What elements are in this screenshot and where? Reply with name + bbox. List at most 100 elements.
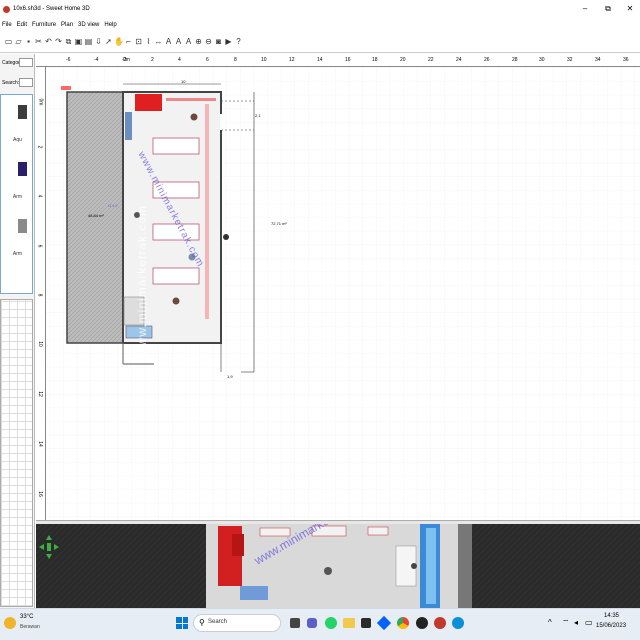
home-furniture-table[interactable] [0, 299, 33, 607]
dropbox-icon[interactable] [376, 615, 392, 631]
zoom-in-icon[interactable]: ⊕ [194, 36, 203, 47]
3d-render[interactable]: www.minimarketrak.com [36, 524, 640, 608]
create-dimensions-icon[interactable]: ↔ [154, 36, 163, 47]
teams-icon[interactable] [307, 618, 317, 628]
ruler-tick: -6 [66, 57, 71, 63]
taskbar-search-box[interactable]: ⚲ Search [193, 614, 281, 632]
undo-icon[interactable]: ↶ [44, 36, 53, 47]
weather-icon[interactable] [4, 617, 16, 629]
pan-mode-icon[interactable]: ✋ [114, 36, 124, 47]
vertical-ruler: 0m 2 4 6 8 10 12 14 16 [36, 67, 46, 520]
new-home-icon[interactable]: ▭ [4, 36, 13, 47]
whatsapp-icon[interactable] [325, 617, 337, 629]
save-icon[interactable]: ▪ [24, 36, 33, 47]
show-hidden-icons[interactable]: ^ [548, 618, 552, 627]
menu-help[interactable]: Help [104, 22, 116, 28]
menu-bar: File Edit Furniture Plan 3D view Help [0, 18, 640, 31]
volume-icon[interactable]: ◂ [574, 618, 578, 627]
weather-temperature[interactable]: 33°C [20, 614, 33, 620]
ruler-tick: 0m [123, 57, 130, 63]
create-labels-icon[interactable]: A [164, 36, 173, 47]
clock-time[interactable]: 14:35 [604, 613, 619, 619]
store-icon[interactable] [361, 618, 371, 628]
catalog-list[interactable]: Aqu Arm Arm [0, 94, 33, 294]
dimension-label: 10 [181, 79, 186, 84]
weather-description[interactable]: Berawan [20, 624, 40, 630]
title-bar: 10x6.sh3d - Sweet Home 3D – ⧉ ✕ [0, 0, 640, 18]
room-area-label: 48,84 m² [88, 213, 104, 218]
ruler-tick: 32 [567, 57, 573, 63]
decrease-text-icon[interactable]: A [184, 36, 193, 47]
close-button[interactable]: ✕ [620, 3, 640, 15]
menu-edit[interactable]: Edit [17, 22, 27, 28]
help-icon[interactable]: ? [234, 36, 243, 47]
ruler-tick: 4 [178, 57, 181, 63]
gondola-shelf[interactable] [152, 137, 200, 155]
media-player-icon[interactable] [416, 617, 428, 629]
edge-icon[interactable] [452, 617, 464, 629]
3d-view[interactable]: www.minimarketrak.com [36, 524, 640, 608]
ruler-tick: 36 [623, 57, 629, 63]
create-rooms-icon[interactable]: ⊡ [134, 36, 143, 47]
ruler-tick: 10 [36, 341, 43, 347]
ruler-tick: 20 [400, 57, 406, 63]
ruler-tick: 2 [36, 145, 43, 149]
minimize-button[interactable]: – [575, 3, 595, 15]
ruler-tick: 24 [456, 57, 462, 63]
copy-icon[interactable]: ⧉ [64, 36, 73, 47]
menu-3d-view[interactable]: 3D view [78, 22, 99, 28]
wall-shelf-right[interactable] [205, 104, 209, 319]
category-select[interactable] [19, 58, 33, 67]
plan-drawing[interactable] [36, 54, 640, 520]
cut-icon[interactable]: ✂ [34, 36, 43, 47]
ruler-tick: 10 [261, 57, 267, 63]
catalog-item[interactable]: Arm [1, 211, 34, 266]
3d-navigation-arrows[interactable] [38, 532, 60, 562]
menu-file[interactable]: File [2, 22, 12, 28]
search-input[interactable] [19, 78, 33, 87]
ruler-tick: 12 [36, 391, 43, 397]
ruler-tick: 6 [36, 244, 43, 248]
furniture-thumbnail [18, 219, 27, 233]
open-icon[interactable]: ▱ [14, 36, 23, 47]
chrome-icon[interactable] [397, 617, 409, 629]
plan-view[interactable]: 48,84 m² 72,71 m² 10 2,1 1,9 IJ x 2 www.… [36, 54, 640, 520]
wifi-icon[interactable]: ⌔ [562, 618, 570, 628]
person-figure[interactable] [172, 297, 180, 305]
ruler-tick: 34 [595, 57, 601, 63]
redo-icon[interactable]: ↷ [54, 36, 63, 47]
person-figure[interactable] [223, 234, 229, 240]
maximize-button[interactable]: ⧉ [598, 3, 618, 15]
clock-date[interactable]: 15/06/2023 [596, 623, 626, 629]
start-menu-icon[interactable] [176, 617, 188, 629]
paste-icon[interactable]: ▣ [74, 36, 83, 47]
catalog-item[interactable]: Arm [1, 154, 34, 209]
sweet-home-3d-icon[interactable] [434, 617, 446, 629]
add-furniture-icon[interactable]: ⇩ [94, 36, 103, 47]
refrigerator[interactable] [125, 112, 132, 140]
create-photo-icon[interactable]: ◙ [214, 36, 223, 47]
select-mode-icon[interactable]: ➚ [104, 36, 113, 47]
increase-text-icon[interactable]: A [174, 36, 183, 47]
menu-plan[interactable]: Plan [61, 22, 73, 28]
catalog-item[interactable]: Aqu [1, 97, 34, 152]
horizontal-ruler: -6 -4 -2 0m 2 4 6 8 10 12 14 16 18 20 22… [36, 54, 640, 67]
wall-shelf[interactable] [166, 98, 216, 101]
gondola-shelf[interactable] [152, 267, 200, 285]
menu-furniture[interactable]: Furniture [32, 22, 56, 28]
ruler-tick: 26 [484, 57, 490, 63]
create-polylines-icon[interactable]: ⌇ [144, 36, 153, 47]
create-walls-icon[interactable]: ⌐ [124, 36, 133, 47]
delete-icon[interactable]: ▤ [84, 36, 93, 47]
person-figure[interactable] [190, 113, 198, 121]
toolbar: ▭ ▱ ▪ ✂ ↶ ↷ ⧉ ▣ ▤ ⇩ ➚ ✋ ⌐ ⊡ ⌇ ↔ A A A ⊕ … [0, 31, 640, 53]
file-explorer-icon[interactable] [343, 618, 355, 628]
battery-icon[interactable]: ▭ [585, 618, 593, 627]
door-marker[interactable] [61, 86, 71, 90]
furniture-thumbnail [18, 105, 27, 119]
catalog-item-label: Arm [12, 251, 23, 257]
zoom-out-icon[interactable]: ⊖ [204, 36, 213, 47]
task-view-icon[interactable] [290, 618, 300, 628]
window-title: 10x6.sh3d - Sweet Home 3D [13, 6, 90, 12]
create-video-icon[interactable]: ▶ [224, 36, 233, 47]
